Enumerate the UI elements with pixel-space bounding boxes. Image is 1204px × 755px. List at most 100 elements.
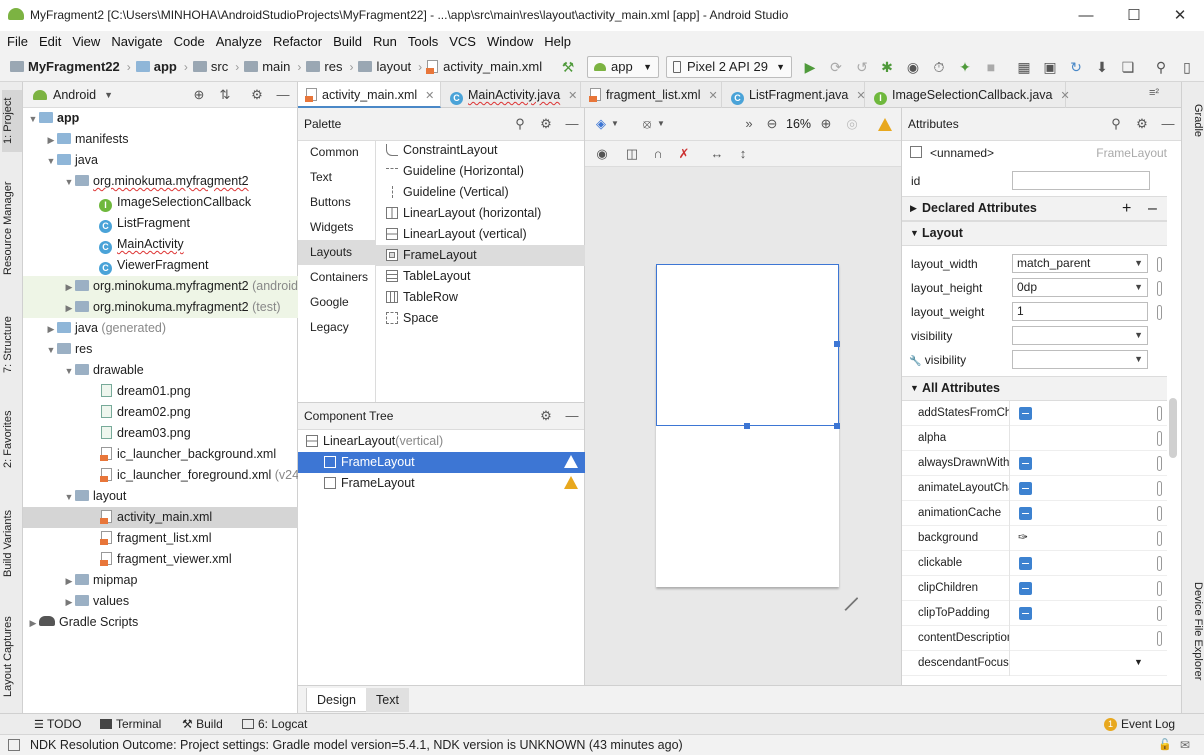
build-tool[interactable]: ⚒ Build: [182, 714, 223, 735]
palette-category[interactable]: Common: [298, 140, 375, 165]
tree-item[interactable]: ▶ org.minokuma.myfragment2 (test): [23, 297, 298, 318]
breadcrumb-app[interactable]: app: [154, 59, 177, 74]
maximize-button[interactable]: ☐: [1122, 6, 1146, 26]
all-attr-row[interactable]: animationCache: [902, 501, 1167, 526]
palette-item[interactable]: ConstraintLayout: [376, 140, 585, 161]
logcat-tool[interactable]: 6: Logcat: [242, 714, 307, 735]
menu-vcs[interactable]: VCS: [442, 31, 480, 53]
project-structure-icon[interactable]: ▦: [1013, 56, 1035, 78]
component-tree-root[interactable]: LinearLayout(vertical): [298, 431, 585, 452]
hammer-icon[interactable]: ⚒: [557, 56, 579, 78]
tree-item[interactable]: ▶ mipmap: [23, 570, 298, 591]
tree-item[interactable]: C ViewerFragment: [23, 255, 298, 276]
chevron-down-icon[interactable]: ▼: [607, 116, 623, 132]
apply-code-changes-icon[interactable]: ↺: [851, 56, 873, 78]
tree-item[interactable]: dream01.png: [23, 381, 298, 402]
tree-item[interactable]: ic_launcher_foreground.xml (v24): [23, 465, 303, 486]
terminal-tool[interactable]: Terminal: [100, 714, 161, 735]
tab-resource-manager[interactable]: Resource Manager: [2, 174, 22, 282]
layout-inspector-icon[interactable]: ❏: [1117, 56, 1139, 78]
breadcrumb-file[interactable]: activity_main.xml: [443, 59, 542, 74]
id-field[interactable]: [1012, 171, 1150, 190]
selected-frame-layout[interactable]: [656, 264, 839, 426]
chevron-down-icon[interactable]: ▼: [1134, 255, 1143, 272]
close-tab-icon[interactable]: ✕: [425, 90, 434, 102]
layout-header[interactable]: ▼ Layout: [902, 221, 1167, 246]
all-attr-row[interactable]: clickable: [902, 551, 1167, 576]
palette-category[interactable]: Google: [298, 290, 375, 315]
all-attr-row[interactable]: alpha: [902, 426, 1167, 451]
breadcrumb-project[interactable]: MyFragment22: [28, 59, 120, 74]
hide-icon[interactable]: —: [564, 408, 580, 424]
minimize-button[interactable]: —: [1074, 6, 1098, 26]
add-icon[interactable]: +: [1122, 197, 1131, 220]
apply-changes-icon[interactable]: ⟳: [825, 56, 847, 78]
palette-item[interactable]: Guideline (Vertical): [376, 182, 585, 203]
tree-item-selected[interactable]: activity_main.xml: [23, 507, 298, 528]
palette-category[interactable]: Widgets: [298, 215, 375, 240]
flag-toggle[interactable]: [1019, 407, 1032, 420]
all-attr-row[interactable]: animateLayoutChanges: [902, 476, 1167, 501]
zoom-out-icon[interactable]: ⊖: [764, 116, 780, 132]
lock-icon[interactable]: 🔓: [1158, 735, 1172, 755]
project-view-select[interactable]: Android: [53, 88, 96, 102]
gear-icon[interactable]: ⚙: [538, 116, 554, 132]
todo-tool[interactable]: ☰ TODO: [34, 714, 81, 735]
visibility-select[interactable]: ▼: [1012, 326, 1148, 345]
tree-item[interactable]: ▼ app: [23, 108, 298, 129]
breadcrumb-res[interactable]: res: [324, 59, 342, 74]
palette-category-selected[interactable]: Layouts: [298, 240, 375, 265]
gear-icon[interactable]: ⚙: [1134, 116, 1150, 132]
search-icon[interactable]: ⚲: [512, 116, 528, 132]
menu-help[interactable]: Help: [537, 31, 575, 53]
resource-picker[interactable]: [1157, 481, 1162, 496]
menu-refactor[interactable]: Refactor: [266, 31, 326, 53]
resource-picker[interactable]: [1157, 305, 1162, 320]
resize-handle[interactable]: [834, 423, 840, 429]
eyedropper-icon[interactable]: ✑: [1018, 530, 1028, 544]
warning-icon[interactable]: [878, 118, 892, 131]
all-attr-row[interactable]: clipChildren: [902, 576, 1167, 601]
tree-item[interactable]: I ImageSelectionCallback: [23, 192, 298, 213]
tree-item[interactable]: ▶ java (generated): [23, 318, 298, 339]
resource-picker[interactable]: [1157, 456, 1162, 471]
tree-item[interactable]: C MainActivity: [23, 234, 298, 255]
menu-view[interactable]: View: [65, 31, 104, 53]
stop-icon[interactable]: ■: [980, 56, 1002, 78]
palette-item[interactable]: TableLayout: [376, 266, 585, 287]
tree-item[interactable]: ▶ manifests: [23, 129, 298, 150]
tree-item[interactable]: ▼ java: [23, 150, 298, 171]
breadcrumb-layout[interactable]: layout: [376, 59, 411, 74]
expand-horizontal-icon[interactable]: ↔: [709, 146, 725, 162]
tree-item[interactable]: ▼ org.minokuma.myfragment2: [23, 171, 298, 192]
remove-icon[interactable]: –: [1148, 197, 1157, 220]
menu-code[interactable]: Code: [167, 31, 209, 53]
file-icon[interactable]: ▯: [1176, 56, 1198, 78]
notification-icon[interactable]: ✉: [1180, 735, 1190, 755]
resource-picker[interactable]: [1157, 581, 1162, 596]
resize-device-handle[interactable]: [833, 585, 859, 612]
tab-activity-main-xml[interactable]: activity_main.xml ✕: [298, 82, 441, 108]
tab-project[interactable]: 1: Project: [2, 90, 22, 152]
tab-favorites[interactable]: 2: Favorites: [2, 404, 22, 474]
chevron-down-icon[interactable]: ▼: [653, 116, 669, 132]
attach-debugger-icon[interactable]: ⏱: [928, 56, 950, 78]
viewport-icon[interactable]: ◫: [624, 146, 640, 162]
tree-item[interactable]: fragment_viewer.xml: [23, 549, 298, 570]
expand-toolbar-icon[interactable]: »: [741, 116, 757, 132]
menu-build[interactable]: Build: [326, 31, 366, 53]
flag-toggle[interactable]: [1019, 582, 1032, 595]
scrollbar[interactable]: [1169, 398, 1177, 458]
resource-picker[interactable]: [1157, 506, 1162, 521]
hide-icon[interactable]: —: [564, 116, 580, 132]
tree-item[interactable]: dream02.png: [23, 402, 298, 423]
flag-toggle[interactable]: [1019, 457, 1032, 470]
tree-item[interactable]: ▼ res: [23, 339, 298, 360]
tree-item[interactable]: ▼ layout: [23, 486, 298, 507]
palette-item[interactable]: LinearLayout (horizontal): [376, 203, 585, 224]
menu-run[interactable]: Run: [366, 31, 401, 53]
palette-category[interactable]: Legacy: [298, 315, 375, 340]
tab-build-variants[interactable]: Build Variants: [2, 500, 22, 586]
declared-attributes-header[interactable]: ▶ Declared Attributes + –: [902, 196, 1167, 221]
gear-icon[interactable]: ⚙: [538, 408, 554, 424]
